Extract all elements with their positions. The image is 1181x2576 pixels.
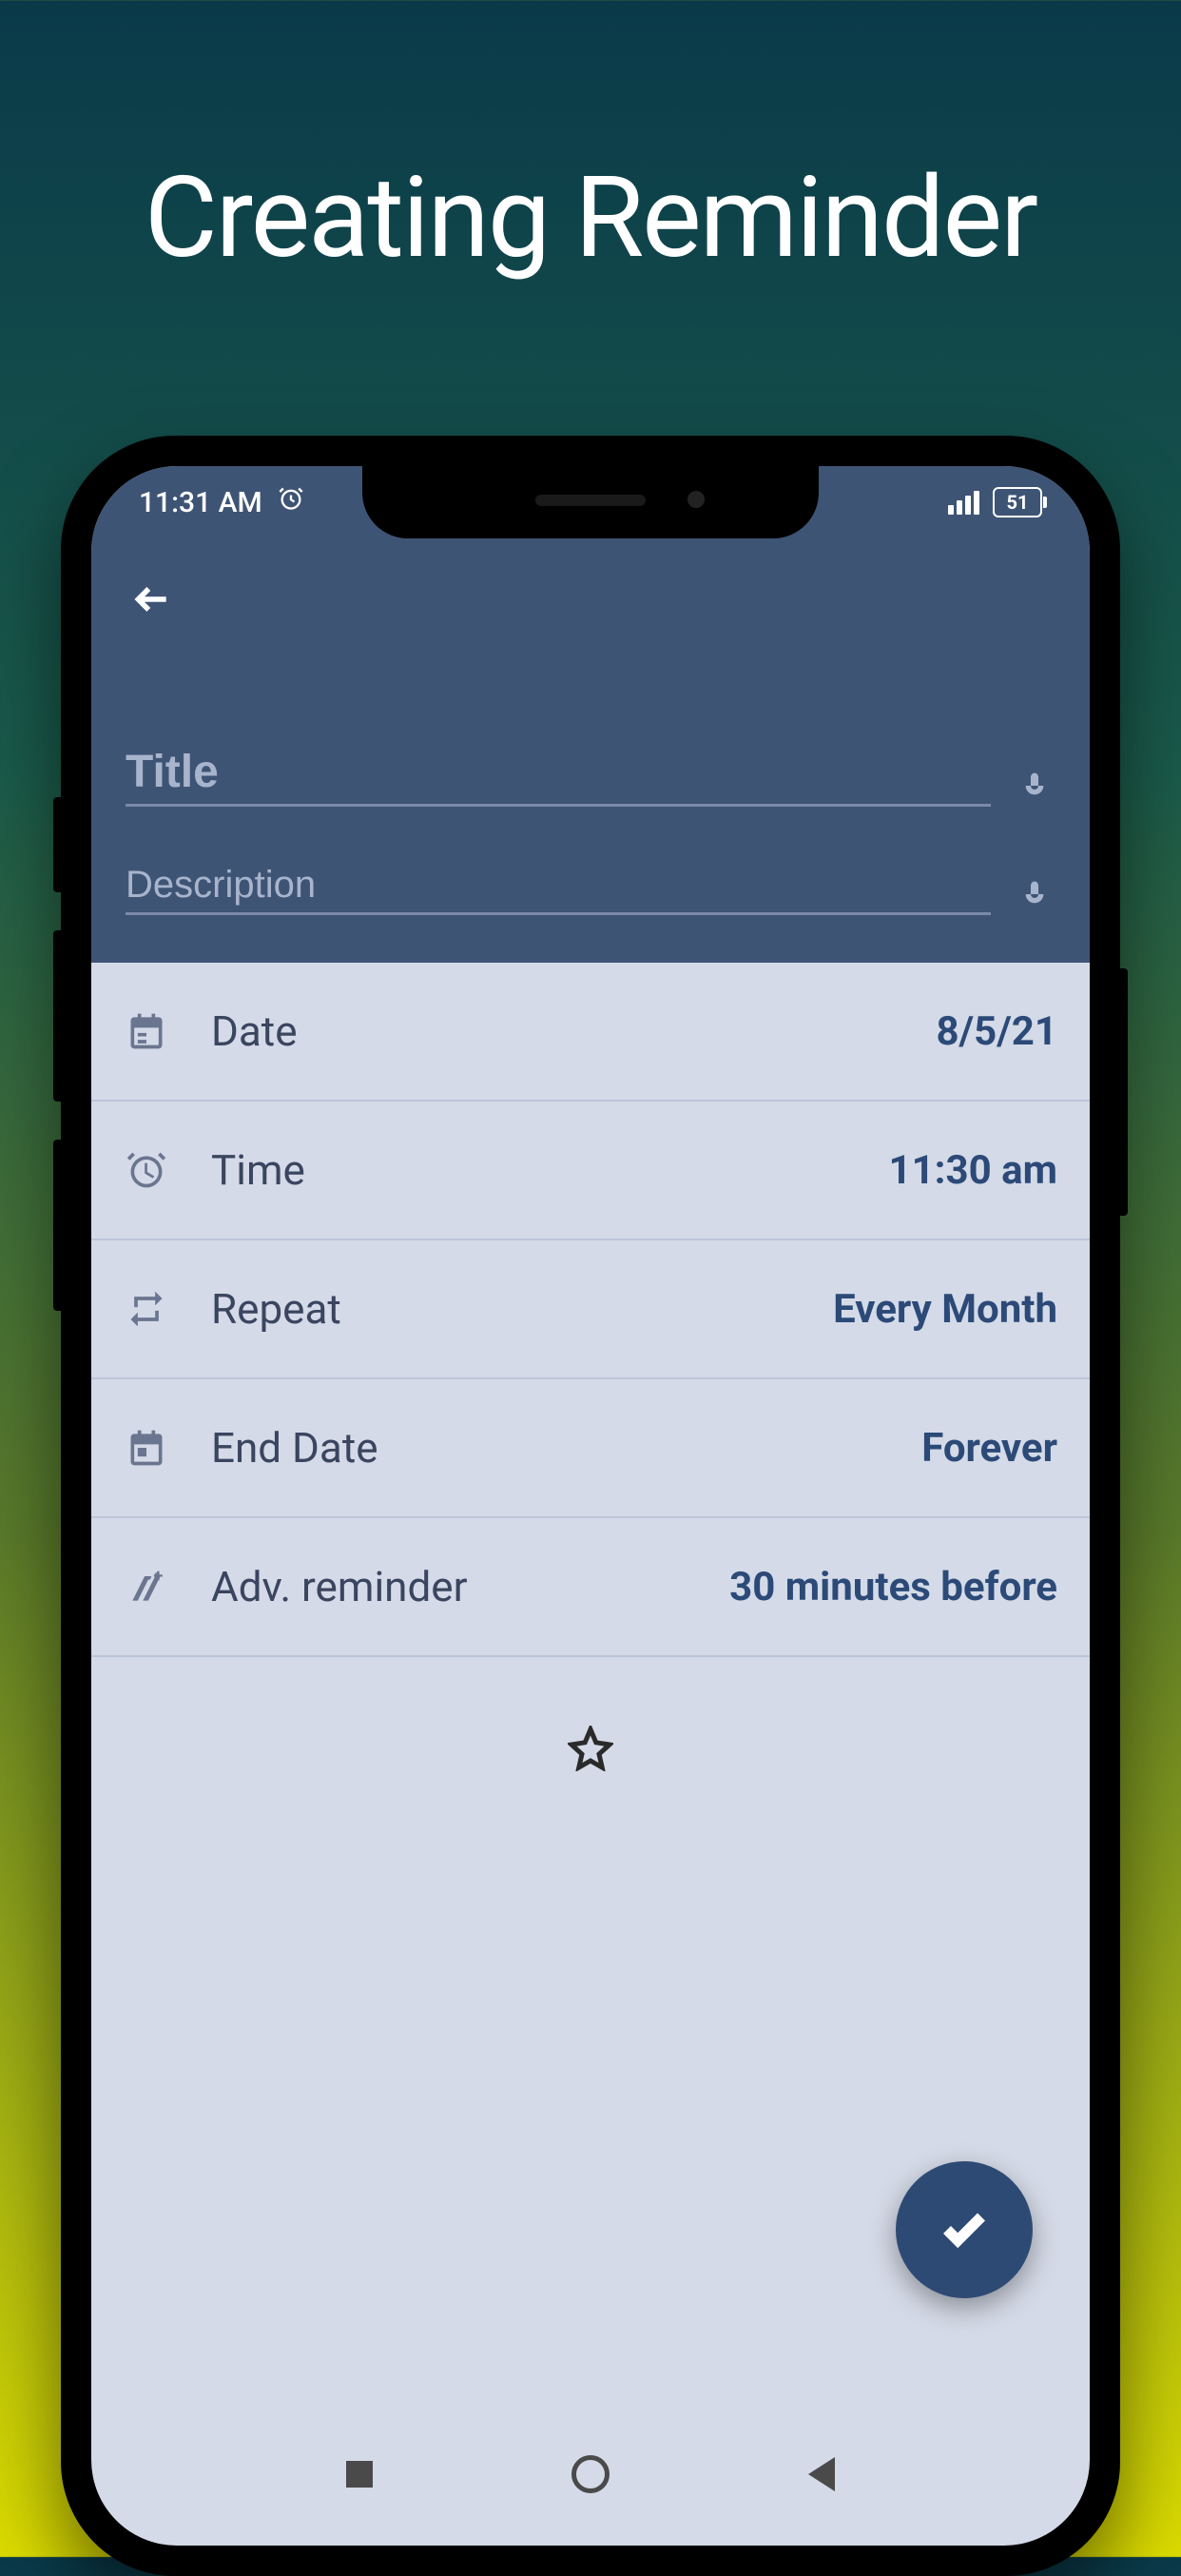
end-date-label: End Date	[211, 1423, 921, 1473]
date-row[interactable]: Date 8/5/21	[91, 963, 1090, 1102]
microphone-icon[interactable]	[1014, 765, 1055, 807]
time-row[interactable]: Time 11:30 am	[91, 1102, 1090, 1240]
time-value: 11:30 am	[888, 1147, 1057, 1194]
phone-frame: 11:31 AM 51	[61, 436, 1120, 2576]
phone-notch	[362, 466, 819, 538]
clock-icon	[124, 1147, 169, 1193]
date-value: 8/5/21	[936, 1008, 1057, 1055]
time-label: Time	[211, 1145, 888, 1195]
notification-icon: +	[124, 1564, 169, 1610]
description-input[interactable]	[126, 864, 991, 915]
phone-side-button	[1118, 968, 1128, 1216]
calendar-icon	[124, 1008, 169, 1054]
adv-reminder-row[interactable]: + Adv. reminder 30 minutes before	[91, 1518, 1090, 1657]
adv-reminder-label: Adv. reminder	[211, 1562, 729, 1611]
repeat-value: Every Month	[833, 1286, 1057, 1333]
end-date-value: Forever	[921, 1425, 1057, 1472]
signal-icon	[948, 491, 979, 515]
title-input-row	[126, 746, 1055, 807]
date-label: Date	[211, 1006, 936, 1056]
battery-level: 51	[1007, 491, 1029, 514]
repeat-row[interactable]: Repeat Every Month	[91, 1240, 1090, 1379]
favorite-container	[91, 1657, 1090, 1844]
back-button[interactable]	[126, 573, 179, 626]
adv-reminder-value: 30 minutes before	[729, 1564, 1057, 1610]
phone-side-button	[53, 797, 63, 892]
phone-side-button	[53, 1140, 63, 1311]
alarm-icon	[278, 485, 304, 519]
confirm-button[interactable]	[896, 2161, 1033, 2298]
status-time: 11:31 AM	[139, 486, 262, 519]
nav-recent-button[interactable]	[337, 2451, 382, 2497]
battery-icon: 51	[993, 487, 1042, 517]
phone-screen: 11:31 AM 51	[91, 466, 1090, 2546]
svg-text:+: +	[153, 1567, 163, 1587]
calendar-today-icon	[124, 1425, 169, 1471]
status-right: 51	[948, 487, 1042, 517]
end-date-row[interactable]: End Date Forever	[91, 1379, 1090, 1518]
page-heading: Creating Reminder	[0, 0, 1181, 283]
nav-back-button[interactable]	[799, 2451, 844, 2497]
star-icon[interactable]	[568, 1726, 613, 1771]
description-input-row	[126, 864, 1055, 915]
settings-list: Date 8/5/21 Time 11:30 am Repeat Every M…	[91, 963, 1090, 1844]
input-section	[91, 660, 1090, 963]
nav-home-button[interactable]	[568, 2451, 613, 2497]
microphone-icon[interactable]	[1014, 873, 1055, 915]
app-header	[91, 538, 1090, 660]
title-input[interactable]	[126, 746, 991, 807]
android-nav-bar	[91, 2403, 1090, 2546]
repeat-label: Repeat	[211, 1284, 833, 1334]
status-left: 11:31 AM	[139, 485, 304, 519]
repeat-icon	[124, 1286, 169, 1332]
phone-side-button	[53, 930, 63, 1102]
